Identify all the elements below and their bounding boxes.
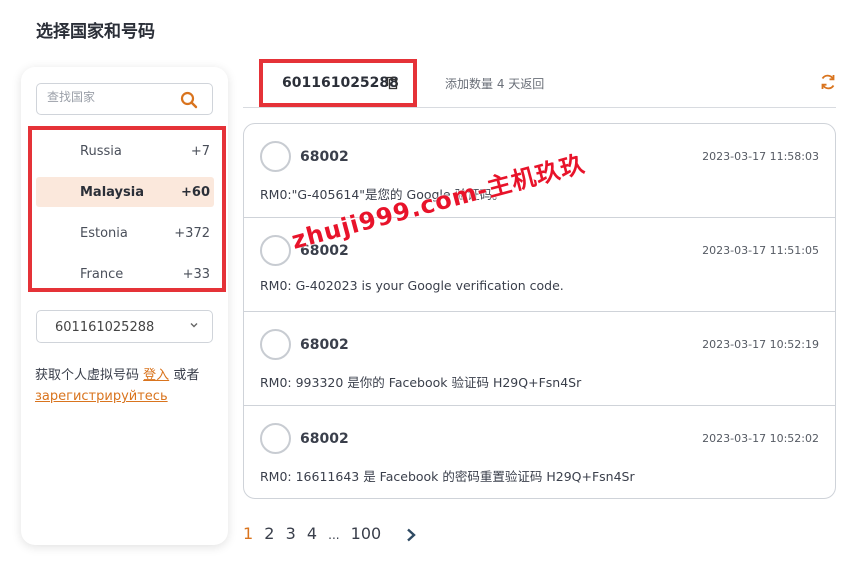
message-item[interactable]: 68002 2023-03-17 10:52:02 RM0: 16611643 … [244, 406, 835, 498]
country-panel: Russia +7 Malaysia +60 Estonia +372 Fran… [21, 67, 228, 545]
country-search-input[interactable] [47, 90, 167, 104]
page-link-last[interactable]: 100 [351, 524, 382, 543]
current-number-tab[interactable]: 601161025288 [259, 59, 417, 107]
country-name: Malaysia [80, 185, 144, 200]
login-link[interactable]: 登入 [143, 368, 169, 383]
signup-promo: 获取个人虚拟号码 登入 或者 зарегистрируйтесь [35, 365, 225, 407]
message-body: RM0: 16611643 是 Facebook 的密码重置验证码 H29Q+F… [260, 469, 635, 484]
message-time: 2023-03-17 11:51:05 [702, 244, 819, 257]
country-code: +372 [174, 226, 210, 241]
page-title: 选择国家和号码 [36, 22, 155, 42]
register-link[interactable]: зарегистрируйтесь [35, 389, 168, 404]
page-link-4[interactable]: 4 [307, 524, 317, 543]
country-item-estonia[interactable]: Estonia +372 [36, 218, 214, 248]
country-name: France [80, 267, 124, 282]
avatar [260, 329, 291, 360]
country-list: Russia +7 Malaysia +60 Estonia +372 Fran… [28, 126, 226, 292]
current-number: 601161025288 [282, 75, 399, 91]
country-name: Russia [80, 144, 122, 159]
country-search[interactable] [36, 83, 213, 115]
country-item-russia[interactable]: Russia +7 [36, 136, 214, 166]
country-name: Estonia [80, 226, 128, 241]
country-item-france[interactable]: France +33 [36, 259, 214, 289]
promo-or: 或者 [173, 368, 200, 383]
promo-text: 获取个人虚拟号码 [35, 368, 140, 383]
avatar [260, 423, 291, 454]
avatar [260, 235, 291, 266]
message-time: 2023-03-17 10:52:19 [702, 338, 819, 351]
message-body: RM0: 993320 是你的 Facebook 验证码 H29Q+Fsn4Sr [260, 375, 582, 390]
chevron-down-icon [190, 323, 198, 328]
message-sender: 68002 [300, 149, 349, 165]
pagination: 1 2 3 4 ... 100 [243, 524, 418, 543]
copy-icon[interactable] [386, 76, 398, 90]
page-link-2[interactable]: 2 [264, 524, 274, 543]
add-hint: 添加数量 4 天返回 [445, 77, 545, 91]
page-ellipsis: ... [328, 528, 340, 542]
message-time: 2023-03-17 11:58:03 [702, 150, 819, 163]
divider [243, 107, 836, 108]
message-time: 2023-03-17 10:52:02 [702, 432, 819, 445]
page-link-1[interactable]: 1 [243, 524, 253, 543]
page-link-3[interactable]: 3 [286, 524, 296, 543]
message-sender: 68002 [300, 337, 349, 353]
search-icon[interactable] [180, 91, 198, 109]
message-sender: 68002 [300, 431, 349, 447]
number-select[interactable]: 601161025288 [36, 310, 213, 343]
country-code: +7 [190, 144, 210, 159]
country-code: +60 [181, 185, 210, 200]
message-body: RM0: G-402023 is your Google verificatio… [260, 278, 564, 293]
chevron-right-icon[interactable] [404, 528, 418, 542]
avatar [260, 141, 291, 172]
country-item-malaysia[interactable]: Malaysia +60 [36, 177, 214, 207]
refresh-icon[interactable] [819, 73, 837, 91]
country-code: +33 [182, 267, 210, 282]
number-select-value: 601161025288 [55, 320, 155, 335]
message-item[interactable]: 68002 2023-03-17 10:52:19 RM0: 993320 是你… [244, 312, 835, 406]
